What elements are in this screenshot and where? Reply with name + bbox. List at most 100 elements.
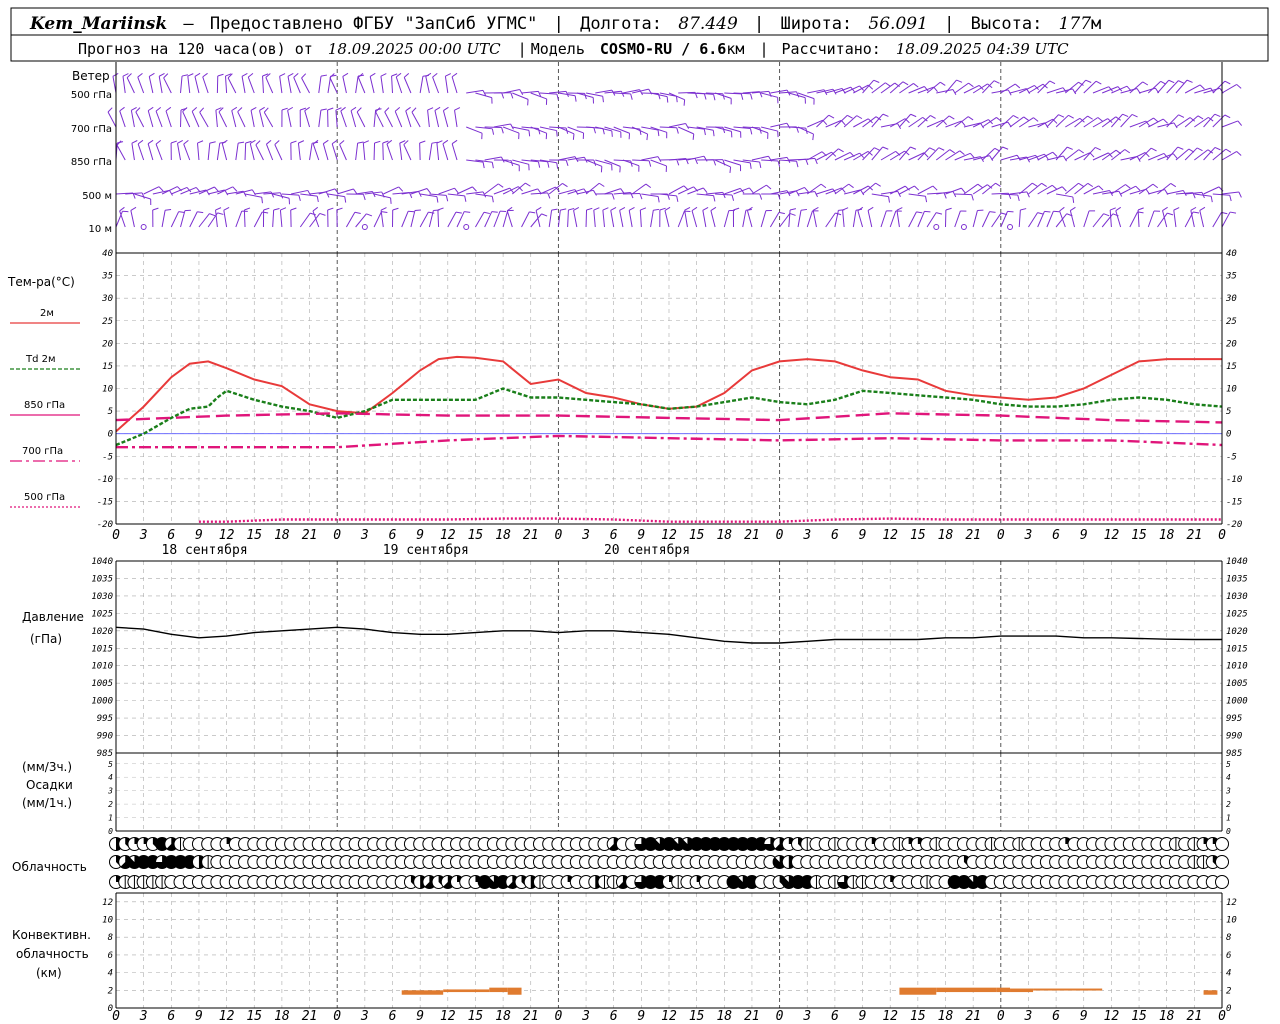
wind-barb-feather	[551, 208, 558, 211]
wind-barb	[318, 110, 322, 128]
wind-barb	[297, 143, 301, 161]
wind-barb-feather	[334, 188, 339, 195]
wind-barb-feather	[1067, 146, 1073, 150]
wind-barb-feather	[380, 73, 387, 77]
wind-barb	[797, 190, 815, 195]
wind-barb-feather	[1109, 207, 1116, 211]
wind-barb	[724, 187, 741, 195]
wind-barb-feather	[598, 182, 605, 187]
wind-barb-feather	[930, 115, 936, 119]
precip-unit-1h: (мм/1ч.)	[22, 796, 72, 810]
wind-barb	[1157, 122, 1175, 128]
wind-barbs	[107, 72, 1243, 230]
wind-barb-feather	[1214, 146, 1221, 151]
wind-barb	[1157, 183, 1172, 195]
wind-barb-feather	[1062, 155, 1067, 162]
wind-barb	[249, 143, 255, 161]
wind-barb	[454, 110, 458, 128]
wind-barb	[641, 156, 659, 161]
wind-barb	[650, 210, 654, 228]
wind-barb-feather	[1124, 149, 1131, 154]
cloud-circle	[1215, 875, 1229, 889]
x-tick-label: 9	[637, 528, 645, 543]
y-tick-label-right: 1020	[1226, 627, 1248, 637]
y-tick-label: 985	[97, 749, 113, 759]
wind-barb-feather	[789, 212, 796, 216]
conv-cloud-bar	[507, 987, 522, 995]
day-label: 20 сентября	[604, 543, 690, 558]
wind-barb	[889, 185, 906, 195]
wind-barb	[945, 79, 957, 94]
wind-barb-feather	[938, 147, 945, 151]
wind-barb-feather	[274, 140, 280, 145]
day-label: 19 сентября	[383, 543, 469, 558]
wind-barb	[788, 210, 791, 228]
wind-barb-feather	[1095, 147, 1101, 151]
wind-barb-feather	[170, 140, 177, 144]
wind-barb-feather	[199, 107, 205, 113]
wind-barb	[549, 90, 567, 94]
wind-barb-feather	[796, 91, 800, 98]
precip-title: Осадки	[26, 778, 73, 792]
wind-barb-feather	[666, 96, 669, 103]
x-tick-label: 3	[581, 1009, 590, 1024]
wind-barb	[484, 211, 493, 228]
y-tick-label-right: 4	[1226, 969, 1231, 979]
wind-barb	[130, 210, 135, 228]
wind-barb	[619, 210, 624, 228]
y-tick-label: 10	[102, 916, 113, 926]
y-tick-label: 8	[108, 933, 113, 943]
wind-barb-feather	[820, 183, 827, 189]
wind-barb-feather	[223, 207, 230, 211]
wind-barb-feather	[263, 107, 269, 113]
precip-tick-right: 0	[1226, 827, 1231, 836]
wind-barb-feather	[298, 194, 301, 202]
precip-tick: 0	[108, 827, 113, 836]
wind-barb-feather	[694, 158, 698, 165]
wind-barb	[761, 126, 778, 132]
conv-title-1: Конвективн.	[12, 928, 91, 942]
wind-barb	[896, 210, 900, 228]
wind-barb	[202, 76, 209, 94]
provider-text: Предоставлено ФГБУ "ЗапСиб УГМС"	[210, 14, 538, 34]
wind-barb	[991, 212, 1002, 228]
legend-500-label: 500 гПа	[24, 492, 65, 503]
wind-barb	[475, 92, 492, 99]
conv-cloud-bar	[936, 987, 997, 993]
wind-barb-feather	[147, 106, 154, 112]
wind-barb-feather	[1190, 206, 1197, 211]
wind-barb	[549, 126, 567, 129]
wind-barb-feather	[342, 72, 349, 77]
wind-barb-feather	[525, 182, 531, 187]
wind-barb-feather	[1089, 152, 1095, 158]
wind-barb	[936, 89, 954, 94]
wind-barb-feather	[312, 206, 319, 212]
wind-barb-feather	[152, 207, 159, 211]
x-tick-label: 15	[1131, 528, 1147, 543]
wind-barb-feather	[562, 182, 568, 188]
wind-barb	[116, 144, 126, 161]
wind-barb	[1203, 186, 1220, 195]
wind-barb	[677, 210, 685, 228]
wind-barb-feather	[1237, 120, 1243, 126]
x-tick-label: 12	[661, 528, 677, 543]
wind-barb	[279, 76, 283, 94]
wind-barb	[399, 143, 403, 161]
wind-barb	[137, 76, 145, 94]
wind-barb	[152, 189, 170, 195]
wind-barb	[742, 210, 747, 228]
wind-barb	[287, 76, 292, 94]
conv-cloud-bar	[1033, 988, 1103, 991]
x-tick-label: 21	[1187, 1009, 1203, 1024]
wind-barb	[329, 77, 338, 94]
wind-barb-feather	[217, 212, 224, 215]
wind-barb-feather	[968, 82, 974, 88]
wind-barb	[163, 77, 172, 94]
alt-value: 177	[1059, 14, 1092, 34]
wind-barb-feather	[1061, 186, 1067, 192]
wind-barb-feather	[339, 140, 345, 145]
x-tick-label: 21	[1187, 528, 1203, 543]
wind-barb-feather	[232, 186, 238, 192]
wind-barb-feather	[568, 207, 575, 211]
y-tick-label-right: 1035	[1226, 574, 1248, 584]
